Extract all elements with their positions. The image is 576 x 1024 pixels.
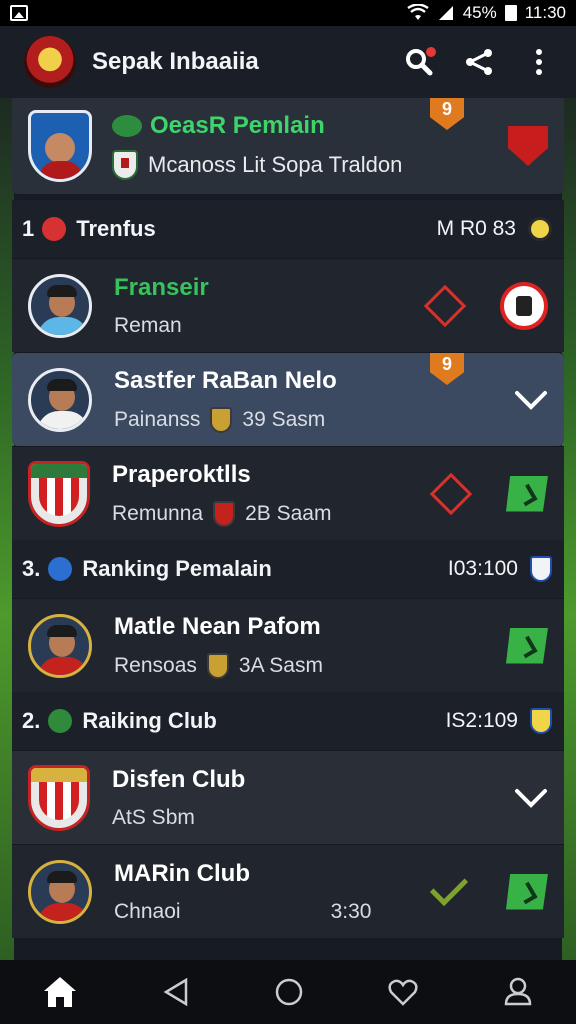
club-badge-icon (530, 556, 552, 582)
section-header: 1 Trenfus M R0 83 (12, 200, 564, 258)
featured-player-shield (28, 110, 92, 182)
item-subtitle: Remunna (112, 501, 204, 525)
app-logo (24, 36, 76, 88)
more-vertical-icon (536, 49, 542, 75)
section-header: 2. Raiking Club IS2:109 (12, 692, 564, 750)
app-title: Sepak Inbaaiia (92, 48, 259, 75)
list-item-selected[interactable]: Sastfer RaBan Nelo Painanss 39 Sasm 9 (12, 352, 564, 446)
item-time: 3:30 (330, 899, 372, 923)
section-title: Ranking Pemalain (82, 556, 272, 581)
featured-subtitle: Mcanoss Lit Sopa Traldon (148, 152, 403, 177)
list-item[interactable]: MARin Club Chnaoi 3:30 (12, 844, 564, 938)
ball-icon (528, 217, 552, 241)
club-logo-icon (500, 281, 548, 330)
alert-diamond-icon (423, 284, 467, 327)
club-badge-icon (206, 652, 229, 679)
club-badge-icon (210, 406, 233, 433)
clock: 11:30 (524, 3, 566, 22)
club-badge-icon (112, 150, 138, 180)
green-flag-icon[interactable] (506, 475, 548, 512)
green-flag-icon[interactable] (506, 627, 548, 664)
battery-percent: 45% (462, 3, 497, 22)
item-name: Matle Nean Pafom (114, 612, 321, 640)
section-number: 1 (22, 216, 35, 241)
back-icon[interactable] (162, 977, 190, 1007)
club-crest (28, 460, 90, 527)
list-item[interactable]: Franseir Reman (12, 258, 564, 352)
alert-diamond-icon (429, 472, 473, 515)
item-subtitle: Painanss (114, 407, 201, 431)
signal-icon (438, 6, 453, 20)
chevron-down-icon[interactable] (514, 781, 548, 815)
avatar (28, 367, 92, 432)
club-badge-icon (530, 708, 552, 734)
profile-icon[interactable] (502, 976, 534, 1008)
heart-icon[interactable] (388, 978, 418, 1006)
battery-icon (504, 5, 517, 21)
item-subtitle: Rensoas (114, 653, 197, 677)
bottom-navigation (0, 960, 576, 1024)
section-icon (42, 217, 67, 241)
club-leaf-icon (112, 115, 142, 137)
notification-dot (426, 47, 436, 57)
avatar (28, 613, 92, 678)
app-bar: Sepak Inbaaiia (0, 26, 576, 98)
home-circle-icon[interactable] (274, 977, 304, 1007)
list-item[interactable]: Matle Nean Pafom Rensoas 3A Sasm (12, 598, 564, 692)
item-subtitle: Reman (114, 313, 182, 337)
section-value: I03:100 (447, 557, 518, 580)
avatar (28, 273, 92, 338)
item-name: MARin Club (114, 859, 250, 887)
check-icon (429, 867, 469, 906)
section-number: 3. (22, 556, 41, 581)
avatar (28, 859, 92, 924)
section-number: 2. (22, 708, 41, 733)
share-icon (466, 49, 492, 75)
wifi-icon (406, 4, 429, 20)
item-score: 39 Sasm (242, 407, 326, 431)
item-subtitle: Chnaoi (114, 899, 181, 923)
share-button[interactable] (462, 45, 496, 79)
section-value: M R0 83 (436, 217, 516, 240)
ranking-list: OeasR Pemlain Mcanoss Lit Sopa Traldon 9… (12, 98, 564, 938)
club-crest-icon (508, 126, 548, 166)
chevron-down-icon[interactable] (514, 383, 548, 417)
more-options-button[interactable] (522, 45, 556, 79)
list-item[interactable]: Praperoktlls Remunna 2B Saam (12, 446, 564, 540)
section-title: Raiking Club (82, 708, 217, 733)
featured-card[interactable]: OeasR Pemlain Mcanoss Lit Sopa Traldon 9 (12, 98, 564, 194)
search-button[interactable] (402, 45, 436, 79)
green-flag-icon[interactable] (506, 873, 548, 910)
item-subtitle: AtS Sbm (112, 805, 195, 829)
section-icon (48, 709, 73, 733)
club-crest (28, 764, 90, 831)
item-score: 2B Saam (245, 501, 332, 525)
gallery-icon (10, 5, 28, 21)
section-header: 3. Ranking Pemalain I03:100 (12, 540, 564, 598)
club-badge-icon (213, 500, 236, 527)
item-name: Franseir (114, 273, 209, 301)
section-icon (48, 557, 73, 581)
item-name: Praperoktlls (112, 460, 251, 488)
home-icon[interactable] (42, 975, 78, 1009)
section-value: IS2:109 (445, 709, 518, 732)
featured-title: OeasR Pemlain (150, 112, 325, 139)
section-title: Trenfus (76, 216, 156, 241)
list-item[interactable]: Disfen Club AtS Sbm (12, 750, 564, 844)
item-score: 3A Sasm (238, 653, 323, 677)
item-name: Disfen Club (112, 765, 246, 793)
status-bar: 45% 11:30 (0, 0, 576, 26)
field-background-right (562, 96, 576, 960)
